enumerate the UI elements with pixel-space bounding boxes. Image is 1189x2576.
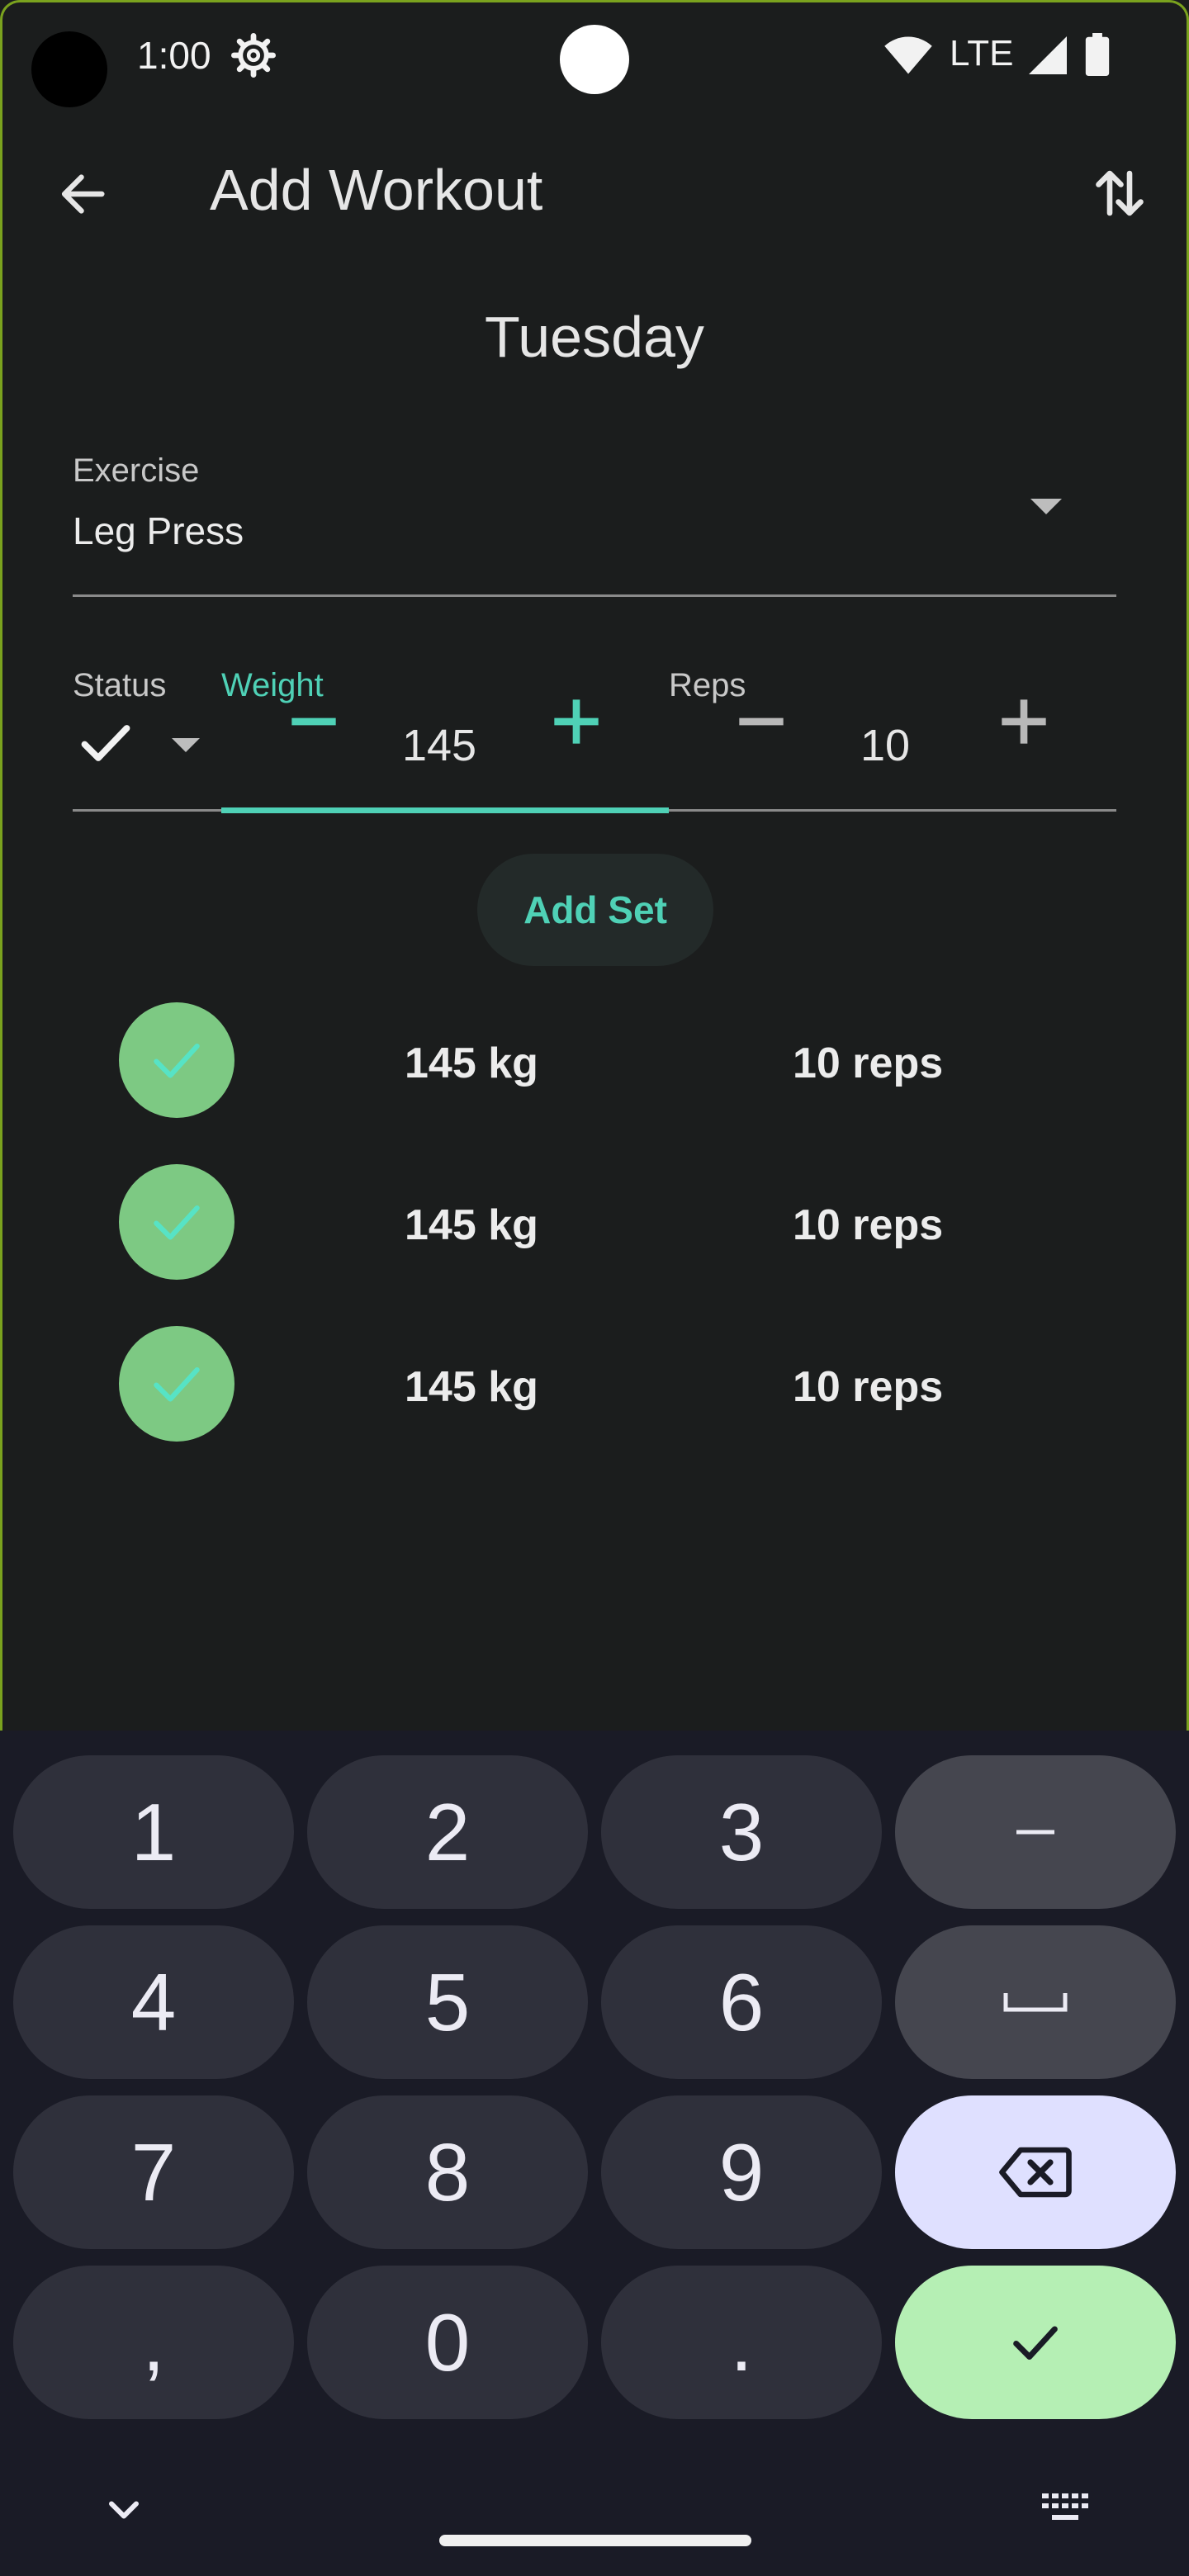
space-bar-icon bbox=[1003, 1993, 1068, 2012]
set-weight: 145 kg bbox=[405, 1039, 538, 1087]
day-heading: Tuesday bbox=[485, 305, 704, 369]
minus-key-icon bbox=[1016, 1830, 1054, 1835]
key-comma[interactable]: , bbox=[13, 2266, 294, 2419]
key-6[interactable]: 6 bbox=[601, 1925, 882, 2079]
status-dropdown-arrow-icon bbox=[172, 738, 200, 752]
key-minus[interactable] bbox=[895, 1755, 1176, 1909]
network-type: LTE bbox=[950, 33, 1014, 73]
reps-decrement-button[interactable] bbox=[728, 689, 794, 755]
set-reps: 10 reps bbox=[793, 1201, 944, 1249]
keyboard-switch-icon[interactable] bbox=[1039, 2487, 1092, 2526]
arrow-back-icon bbox=[61, 174, 105, 214]
wifi-icon bbox=[884, 36, 932, 74]
set-status-button[interactable] bbox=[119, 1164, 234, 1280]
reps-increment-button[interactable] bbox=[991, 689, 1057, 755]
dropdown-arrow-icon bbox=[1030, 499, 1062, 514]
numeric-keyboard: 1 2 3 4 5 6 7 8 9 , 0 . bbox=[0, 1731, 1189, 2576]
front-camera-cutout bbox=[31, 31, 107, 107]
back-button[interactable] bbox=[50, 165, 116, 223]
key-period[interactable]: . bbox=[601, 2266, 882, 2419]
key-3[interactable]: 3 bbox=[601, 1755, 882, 1909]
set-row[interactable]: 145 kg 10 reps bbox=[0, 1002, 1189, 1118]
exercise-underline bbox=[73, 594, 1116, 597]
set-status-button[interactable] bbox=[119, 1326, 234, 1442]
key-2[interactable]: 2 bbox=[307, 1755, 588, 1909]
key-space[interactable] bbox=[895, 1925, 1176, 2079]
swap-vert-icon bbox=[1096, 170, 1144, 216]
done-check-icon bbox=[1013, 2326, 1058, 2360]
weight-increment-button[interactable] bbox=[543, 689, 609, 755]
key-1[interactable]: 1 bbox=[13, 1755, 294, 1909]
page-title: Add Workout bbox=[210, 158, 543, 222]
key-backspace[interactable] bbox=[895, 2095, 1176, 2249]
set-reps: 10 reps bbox=[793, 1039, 944, 1087]
reps-input[interactable]: 10 bbox=[809, 720, 961, 771]
exercise-label: Exercise bbox=[73, 452, 200, 489]
set-row[interactable]: 145 kg 10 reps bbox=[0, 1326, 1189, 1442]
exercise-value: Leg Press bbox=[73, 509, 244, 552]
check-icon bbox=[154, 1205, 200, 1240]
set-weight: 145 kg bbox=[405, 1201, 538, 1249]
check-icon bbox=[154, 1043, 200, 1078]
weight-focus-indicator bbox=[221, 807, 669, 813]
check-icon bbox=[81, 725, 130, 761]
key-0[interactable]: 0 bbox=[307, 2266, 588, 2419]
backspace-icon bbox=[999, 2147, 1072, 2198]
status-bar: 1:00 LTE bbox=[0, 0, 1189, 116]
plus-icon bbox=[554, 699, 599, 744]
add-set-button[interactable]: Add Set bbox=[477, 854, 713, 966]
cellular-signal-icon bbox=[1029, 36, 1067, 74]
center-camera-dot bbox=[560, 25, 629, 94]
key-9[interactable]: 9 bbox=[601, 2095, 882, 2249]
set-status-button[interactable] bbox=[119, 1002, 234, 1118]
set-weight: 145 kg bbox=[405, 1363, 538, 1411]
gesture-home-indicator[interactable] bbox=[439, 2535, 751, 2546]
check-icon bbox=[154, 1366, 200, 1402]
battery-icon bbox=[1085, 33, 1110, 76]
status-time: 1:00 bbox=[137, 34, 211, 77]
key-8[interactable]: 8 bbox=[307, 2095, 588, 2249]
set-reps: 10 reps bbox=[793, 1363, 944, 1411]
weight-decrement-button[interactable] bbox=[281, 689, 347, 755]
plus-icon bbox=[1002, 699, 1046, 744]
hide-keyboard-chevron-icon[interactable] bbox=[99, 2485, 149, 2535]
key-4[interactable]: 4 bbox=[13, 1925, 294, 2079]
weight-input[interactable]: 145 bbox=[363, 720, 515, 771]
key-done[interactable] bbox=[895, 2266, 1176, 2419]
swap-order-button[interactable] bbox=[1090, 162, 1149, 225]
key-7[interactable]: 7 bbox=[13, 2095, 294, 2249]
key-5[interactable]: 5 bbox=[307, 1925, 588, 2079]
set-row[interactable]: 145 kg 10 reps bbox=[0, 1164, 1189, 1280]
settings-gear-icon bbox=[231, 33, 276, 78]
status-label: Status bbox=[73, 667, 167, 703]
